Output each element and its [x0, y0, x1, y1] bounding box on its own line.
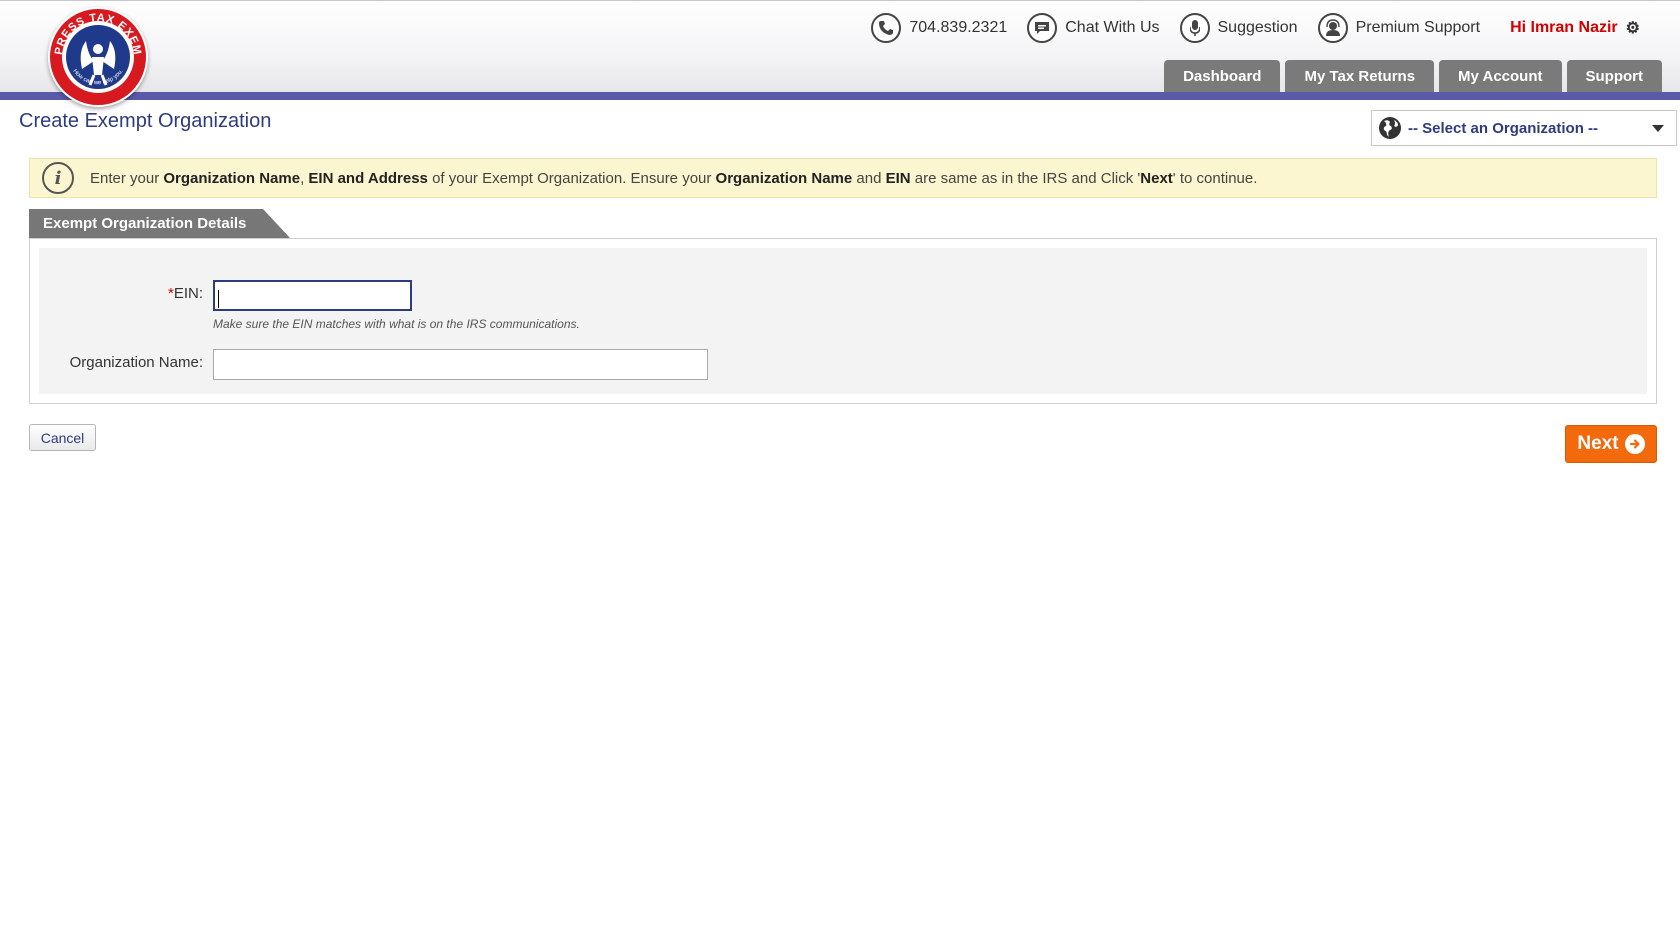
chat-label: Chat With Us — [1065, 19, 1160, 36]
chevron-down-icon — [1652, 124, 1664, 132]
section-header: Exempt Organization Details — [29, 209, 290, 238]
premium-support-link[interactable]: Premium Support — [1317, 13, 1481, 43]
tab-support[interactable]: Support — [1566, 60, 1662, 93]
tab-my-account[interactable]: My Account — [1439, 60, 1562, 93]
next-button-label: Next — [1577, 433, 1619, 454]
info-text-bold: Organization Name — [715, 169, 853, 187]
express-tax-exempt-logo[interactable]: EXPRESS TAX EXEMPT How can we help you. — [48, 7, 148, 107]
info-text-part: ' to continue. — [1172, 169, 1258, 187]
info-text-bold: EIN — [885, 169, 911, 187]
chat-icon — [1027, 13, 1058, 43]
top-links: 704.839.2321 Chat With Us Suggestion Pre… — [851, 11, 1640, 45]
ein-hint: Make sure the EIN matches with what is o… — [213, 317, 580, 331]
arrow-right-circle-icon — [1624, 434, 1645, 454]
user-greeting: Hi Imran Nazir — [1510, 19, 1618, 36]
organization-select[interactable]: -- Select an Organization -- — [1371, 110, 1677, 146]
organization-select-value: -- Select an Organization -- — [1408, 119, 1599, 137]
info-message: Enter your Organization Name, EIN and Ad… — [90, 170, 1257, 187]
main-nav: Dashboard My Tax Returns My Account Supp… — [1159, 60, 1662, 93]
logo-graphic: EXPRESS TAX EXEMPT How can we help you. — [48, 7, 146, 105]
info-text-part: of your Exempt Organization. Ensure your — [427, 169, 716, 187]
ein-label: *EIN: — [39, 285, 203, 302]
suggestion-link[interactable]: Suggestion — [1179, 13, 1298, 43]
user-menu[interactable]: Hi Imran Nazir ⚙ — [1510, 18, 1640, 38]
organization-name-label: Organization Name: — [69, 354, 203, 371]
info-text-bold: Organization Name — [163, 169, 301, 187]
section-title: Exempt Organization Details — [43, 215, 247, 232]
chat-link[interactable]: Chat With Us — [1027, 13, 1160, 43]
suggestion-label: Suggestion — [1217, 19, 1298, 36]
premium-support-icon — [1317, 13, 1348, 43]
info-icon: i — [42, 162, 74, 194]
tab-dashboard[interactable]: Dashboard — [1164, 60, 1281, 93]
header-accent-bar — [0, 92, 1680, 100]
phone-link[interactable]: 704.839.2321 — [871, 13, 1007, 43]
info-text-bold: EIN and Address — [308, 169, 428, 187]
premium-support-label: Premium Support — [1355, 19, 1481, 36]
cancel-button[interactable]: Cancel — [29, 424, 96, 451]
info-text-part: and — [852, 169, 886, 187]
info-text-part: Enter your — [90, 169, 164, 187]
ein-input[interactable] — [213, 280, 412, 311]
gear-icon[interactable]: ⚙ — [1626, 18, 1640, 38]
form-panel: *EIN: Make sure the EIN matches with wha… — [39, 248, 1647, 394]
info-text-part: are same as in the IRS and Click ' — [910, 169, 1141, 187]
text-cursor — [218, 290, 219, 308]
exempt-organization-details: *EIN: Make sure the EIN matches with wha… — [29, 238, 1657, 404]
next-button[interactable]: Next — [1565, 425, 1657, 463]
phone-icon — [871, 13, 902, 43]
organization-name-input[interactable] — [213, 349, 708, 380]
site-header: EXPRESS TAX EXEMPT How can we help you. … — [0, 0, 1680, 107]
ein-label-text: EIN: — [173, 285, 203, 302]
tab-my-tax-returns[interactable]: My Tax Returns — [1285, 60, 1435, 93]
page-title: Create Exempt Organization — [19, 110, 272, 132]
info-banner: i Enter your Organization Name, EIN and … — [29, 158, 1657, 198]
phone-number: 704.839.2321 — [909, 19, 1008, 36]
info-text-bold: Next — [1140, 169, 1173, 187]
globe-icon — [1378, 116, 1402, 140]
suggestion-icon — [1179, 13, 1210, 43]
